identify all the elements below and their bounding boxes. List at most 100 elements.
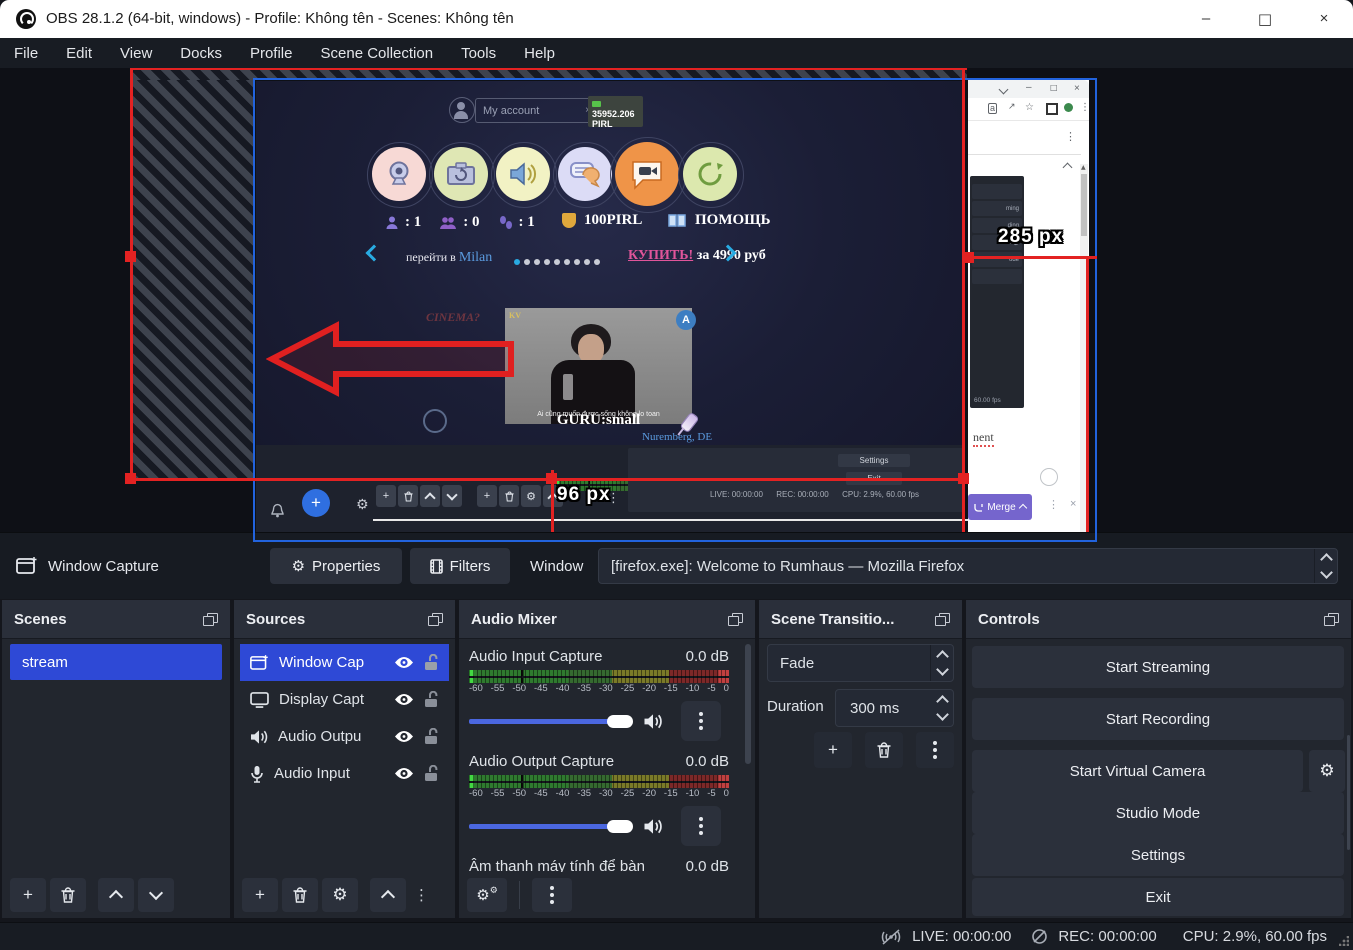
menu-tools[interactable]: Tools [447, 45, 510, 62]
volume-slider[interactable] [469, 719, 615, 724]
scene-up-button[interactable] [98, 878, 134, 912]
popout-icon[interactable] [1324, 613, 1339, 626]
advanced-audio-button[interactable]: ⚙⚙ [467, 878, 507, 912]
help-row[interactable]: ПОМОЩЬ [668, 212, 771, 229]
transition-options-button[interactable] [916, 732, 954, 768]
sources-dock-header[interactable]: Sources [234, 600, 455, 639]
lock-icon[interactable] [424, 654, 439, 671]
virtual-camera-config-button[interactable]: ⚙ [1309, 750, 1345, 792]
source-row-window-capture[interactable]: Window Cap [240, 644, 449, 681]
volume-slider-handle[interactable] [607, 820, 633, 833]
buy-row[interactable]: КУПИТЬ! за 4990 руб [628, 248, 766, 264]
channel-options-button[interactable] [681, 806, 721, 846]
transitions-dock-header[interactable]: Scene Transitio... [759, 600, 962, 639]
mixer-dock-header[interactable]: Audio Mixer [459, 600, 755, 639]
sound-icon[interactable] [496, 147, 550, 201]
menu-profile[interactable]: Profile [236, 45, 307, 62]
channel-options-button[interactable] [681, 701, 721, 741]
mixer-options-button[interactable] [532, 878, 572, 912]
visibility-eye-icon[interactable] [394, 767, 414, 780]
resize-grip[interactable] [1339, 936, 1349, 946]
mute-speaker-icon[interactable] [643, 818, 663, 835]
controls-scrollbar[interactable] [1347, 735, 1350, 850]
resize-handle-right[interactable] [963, 252, 974, 263]
sources-more-icon[interactable]: ⋮ [410, 886, 429, 904]
source-row-display-capture[interactable]: Display Capt [240, 681, 449, 718]
lock-icon[interactable] [424, 691, 439, 708]
duration-spinbox[interactable]: 300 ms [835, 689, 954, 727]
remove-scene-button[interactable] [50, 878, 86, 912]
webcam-icon[interactable] [372, 147, 426, 201]
settings-button[interactable]: Settings [972, 834, 1344, 876]
popout-icon[interactable] [428, 613, 443, 626]
chat-icon[interactable] [558, 147, 612, 201]
video-player[interactable]: KV Ai cũng muốn được sống không lo toan [505, 308, 692, 424]
start-recording-button[interactable]: Start Recording [972, 698, 1344, 740]
location-label[interactable]: Nuremberg, DE [642, 431, 712, 443]
mixer-scrollbar[interactable] [745, 644, 751, 868]
videochat-icon[interactable] [615, 142, 679, 206]
popout-icon[interactable] [935, 613, 950, 626]
user-badge[interactable]: A [676, 310, 696, 330]
scene-item-stream[interactable]: stream [10, 644, 222, 680]
menu-file[interactable]: File [0, 45, 52, 62]
scenes-dock-header[interactable]: Scenes [2, 600, 230, 639]
preview-canvas[interactable]: My account × 35952.206 PIRL [0, 68, 1353, 532]
exit-button[interactable]: Exit [972, 878, 1344, 916]
add-source-button[interactable]: + [242, 878, 278, 912]
buy-link[interactable]: КУПИТЬ! [628, 248, 693, 263]
transition-select[interactable]: Fade [767, 644, 954, 682]
volume-slider-handle[interactable] [607, 715, 633, 728]
combo-spinner-icon[interactable] [1314, 549, 1337, 583]
filters-button[interactable]: Filters [410, 548, 510, 584]
transition-spinner-icon[interactable] [930, 645, 953, 681]
menu-view[interactable]: View [106, 45, 166, 62]
visibility-eye-icon[interactable] [394, 693, 414, 706]
goto-room[interactable]: перейти в Milan [406, 250, 492, 266]
source-properties-button[interactable]: ⚙ [322, 878, 358, 912]
resize-handle-bottom-left[interactable] [125, 473, 136, 484]
add-scene-button[interactable]: + [10, 878, 46, 912]
goto-link[interactable]: Milan [459, 250, 492, 265]
source-row-audio-output[interactable]: Audio Outpu [240, 718, 449, 755]
resize-handle-bottom-right[interactable] [958, 473, 969, 484]
maximize-icon[interactable]: □ [1255, 10, 1275, 28]
carousel-left-icon[interactable] [366, 245, 383, 262]
remove-transition-button[interactable] [865, 732, 903, 768]
timer-ring[interactable] [423, 409, 447, 433]
controls-dock-header[interactable]: Controls [966, 600, 1351, 639]
menu-docks[interactable]: Docks [166, 45, 236, 62]
visibility-eye-icon[interactable] [394, 730, 414, 743]
lock-icon[interactable] [424, 728, 439, 745]
restart-icon[interactable] [683, 147, 737, 201]
selection-border-left[interactable] [130, 68, 133, 480]
duration-spinner-icon[interactable] [931, 690, 953, 726]
merge-button[interactable]: Merge [968, 494, 1032, 520]
properties-button[interactable]: ⚙ Properties [270, 548, 402, 584]
popout-icon[interactable] [203, 613, 218, 626]
scene-down-button[interactable] [138, 878, 174, 912]
start-streaming-button[interactable]: Start Streaming [972, 646, 1344, 688]
mute-speaker-icon[interactable] [643, 713, 663, 730]
menu-help[interactable]: Help [510, 45, 569, 62]
source-row-audio-input[interactable]: Audio Input [240, 755, 449, 792]
crop-line-horizontal[interactable] [965, 256, 1097, 259]
popout-icon[interactable] [728, 613, 743, 626]
lock-icon[interactable] [424, 765, 439, 782]
carousel-dots[interactable] [514, 252, 604, 270]
menu-edit[interactable]: Edit [52, 45, 106, 62]
selection-border-right[interactable] [962, 68, 965, 532]
resize-handle-left[interactable] [125, 251, 136, 262]
minimize-icon[interactable]: – [1196, 10, 1216, 27]
studio-mode-button[interactable]: Studio Mode [972, 792, 1344, 834]
add-transition-button[interactable]: + [814, 732, 852, 768]
window-select-combo[interactable]: [firefox.exe]: Welcome to Rumhaus — Mozi… [598, 548, 1338, 584]
source-up-button[interactable] [370, 878, 406, 912]
crop-line-right[interactable] [1086, 256, 1089, 532]
volume-slider[interactable] [469, 824, 615, 829]
close-icon[interactable]: × [1314, 10, 1334, 27]
resize-handle-bottom[interactable] [546, 473, 557, 484]
snapshot-camera-icon[interactable] [434, 147, 488, 201]
account-input[interactable]: My account × [475, 98, 599, 123]
visibility-eye-icon[interactable] [394, 656, 414, 669]
